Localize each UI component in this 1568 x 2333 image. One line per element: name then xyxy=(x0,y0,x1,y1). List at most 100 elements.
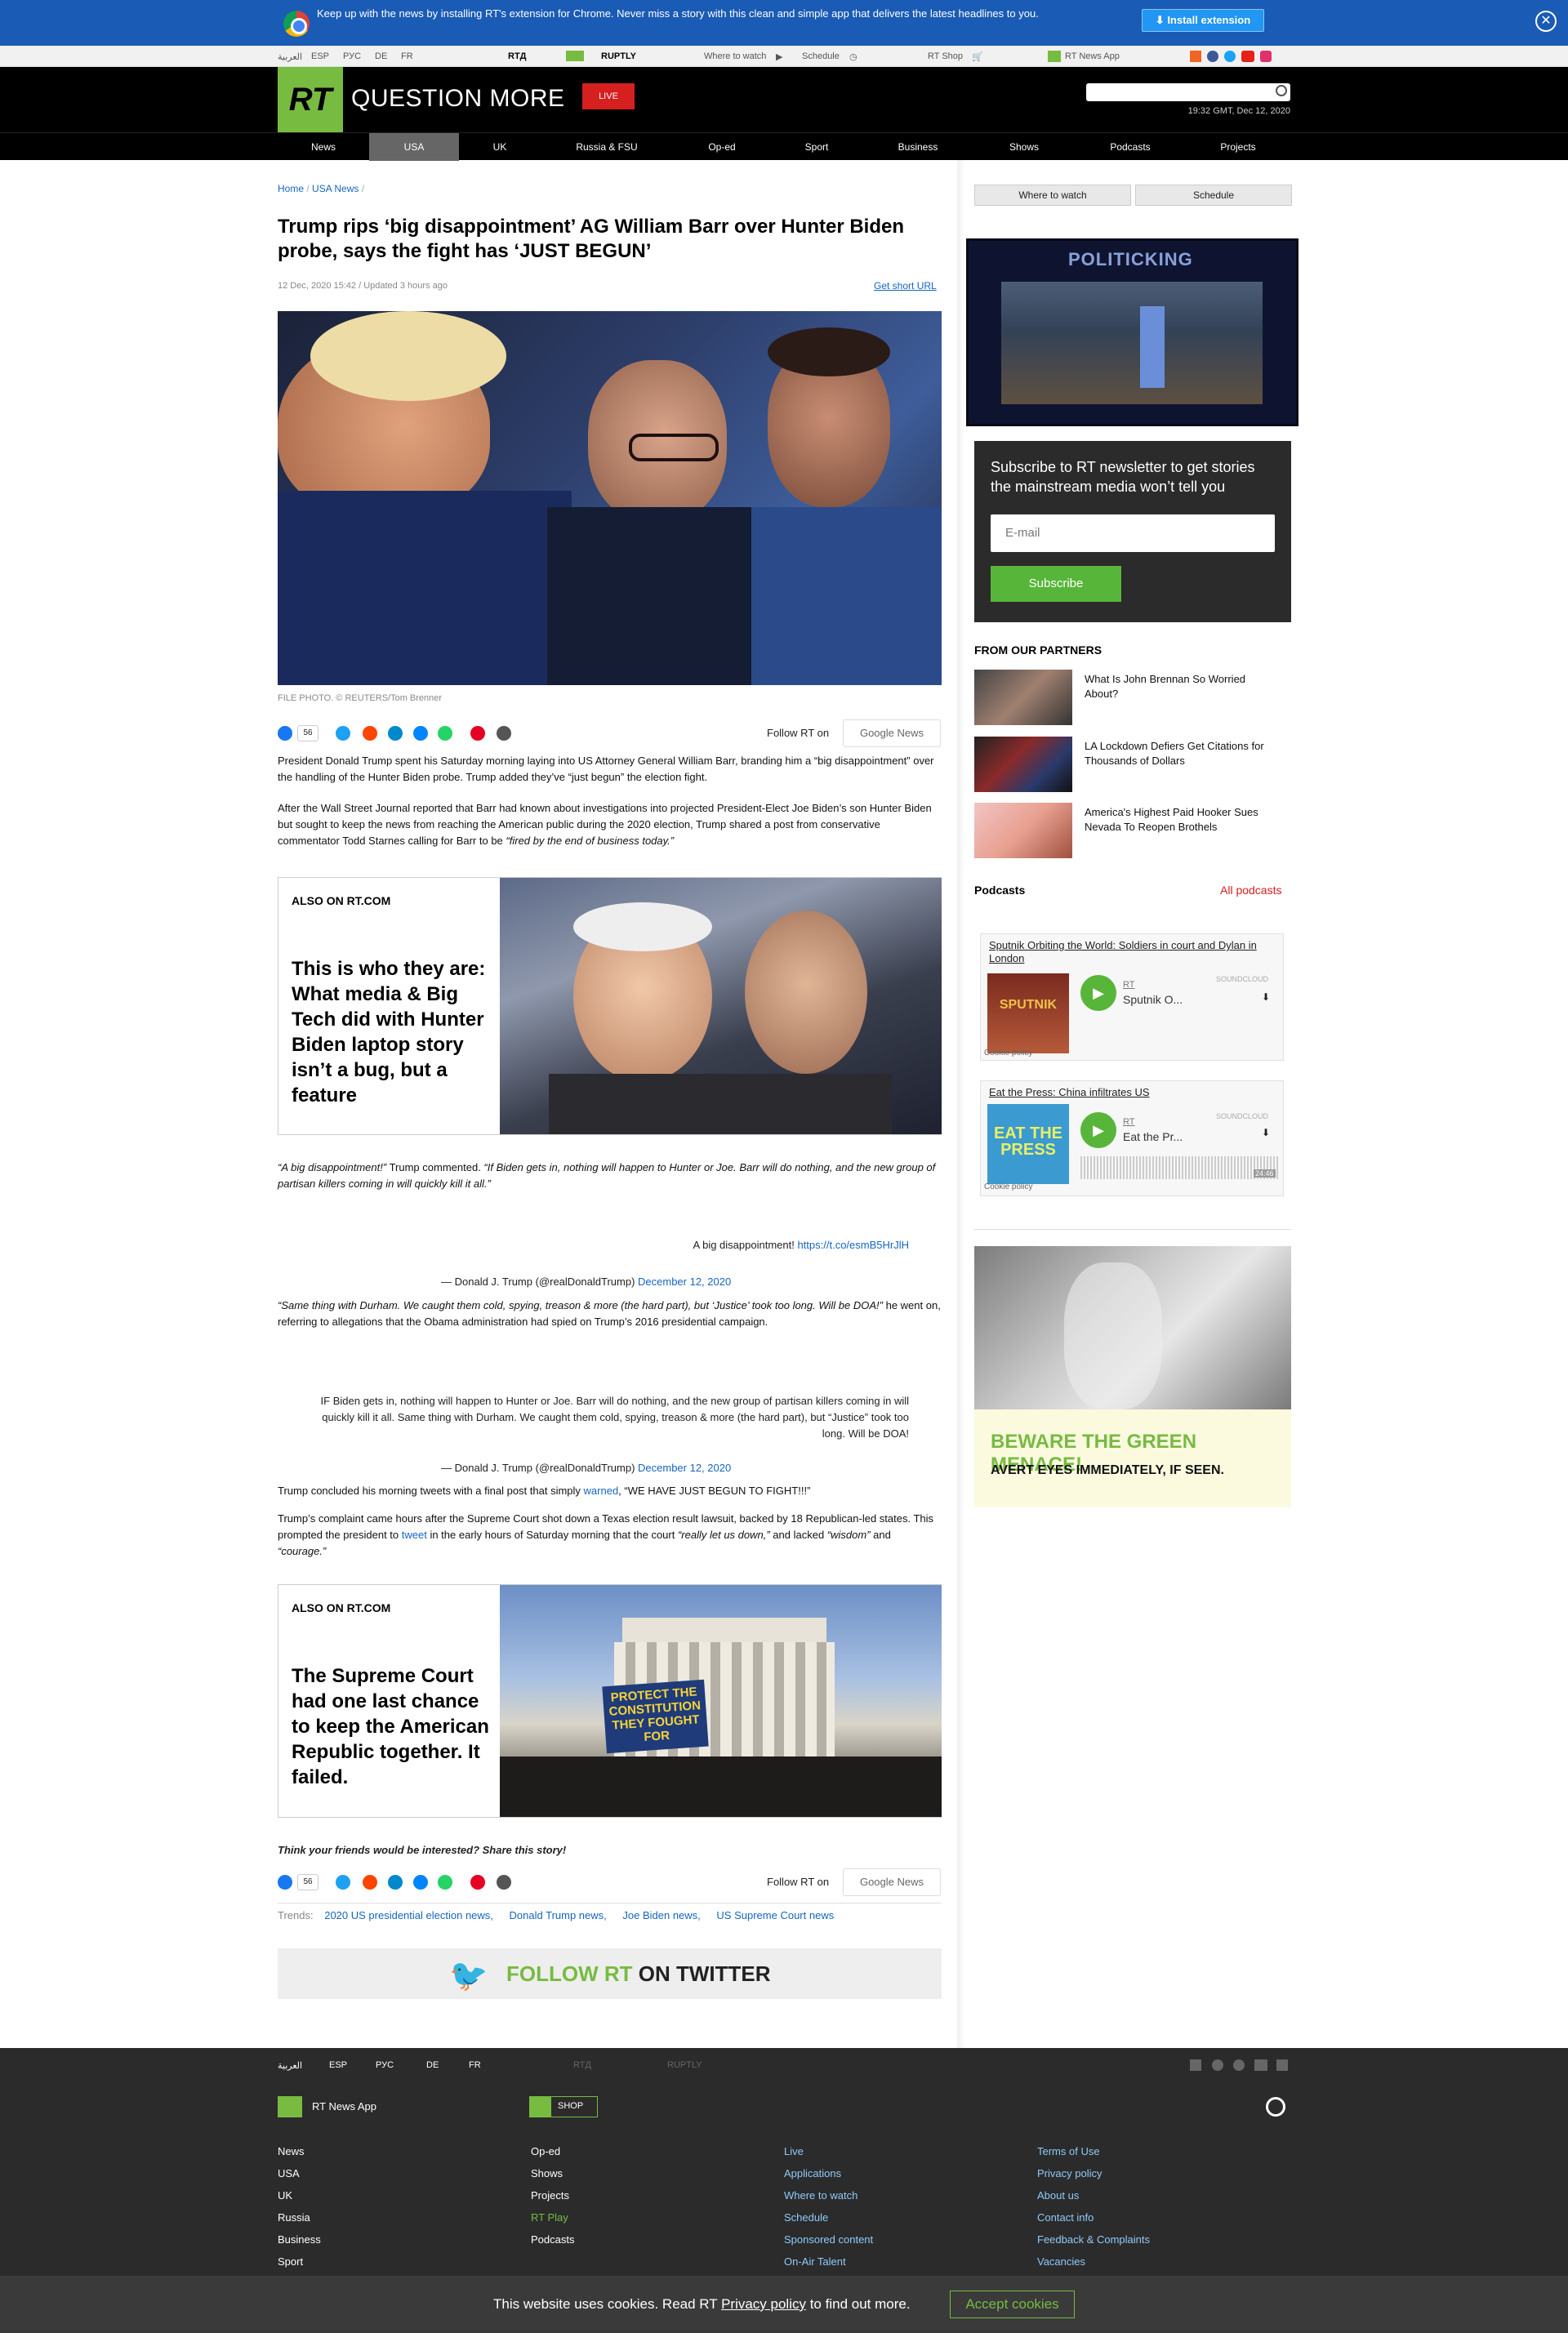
subscribe-button[interactable]: Subscribe xyxy=(991,566,1121,602)
footer-link-news[interactable]: News xyxy=(278,2145,305,2157)
footer-link-vacancies[interactable]: Vacancies xyxy=(1037,2255,1085,2268)
rtd-link[interactable]: RTД xyxy=(508,51,527,61)
footer-twitter-icon[interactable] xyxy=(1233,2059,1245,2071)
rt-logo[interactable]: RT xyxy=(278,67,343,132)
footer-link-usa[interactable]: USA xyxy=(278,2167,300,2179)
footer-link-schedule[interactable]: Schedule xyxy=(784,2211,828,2224)
podcast-1-title[interactable]: Sputnik Orbiting the World: Soldiers in … xyxy=(989,939,1275,965)
nav-op-ed[interactable]: Op-ed xyxy=(673,133,771,161)
nav-business[interactable]: Business xyxy=(862,133,973,161)
partner-image-3[interactable] xyxy=(974,803,1072,858)
footer-app-link[interactable]: RT News App xyxy=(312,2100,376,2113)
footer-lang-rus[interactable]: РУС xyxy=(376,2060,394,2070)
footer-lang-ar[interactable]: العربية xyxy=(278,2060,302,2071)
tweet-2-date-link[interactable]: December 12, 2020 xyxy=(638,1462,731,1474)
footer-link-sport[interactable]: Sport xyxy=(278,2255,303,2268)
trend-link-trump[interactable]: Donald Trump news, xyxy=(510,1909,607,1921)
footer-link-op-ed[interactable]: Op-ed xyxy=(531,2145,560,2157)
get-short-url-link[interactable]: Get short URL xyxy=(874,280,937,292)
lang-esp[interactable]: ESP xyxy=(311,51,329,61)
google-news-button[interactable]: Google News xyxy=(843,719,941,747)
facebook-share-icon[interactable] xyxy=(278,726,292,741)
download-icon-1[interactable]: ⬇ xyxy=(1262,991,1270,1003)
footer-facebook-icon[interactable] xyxy=(1212,2059,1223,2071)
footer-link-terms[interactable]: Terms of Use xyxy=(1037,2145,1100,2157)
nav-podcasts[interactable]: Podcasts xyxy=(1075,133,1186,161)
rt-news-app-link[interactable]: RT News App xyxy=(1065,51,1120,61)
twitter-icon[interactable] xyxy=(1224,51,1236,62)
nav-uk[interactable]: UK xyxy=(459,133,541,161)
footer-link-podcasts[interactable]: Podcasts xyxy=(531,2233,574,2246)
also-on-rt-card-1[interactable]: ALSO ON RT.COM This is who they are: Wha… xyxy=(278,877,942,1135)
download-icon-2[interactable]: ⬇ xyxy=(1262,1127,1270,1138)
search-icon[interactable] xyxy=(1276,85,1287,96)
sidebar-schedule-button[interactable]: Schedule xyxy=(1135,185,1292,206)
footer-link-rt-play[interactable]: RT Play xyxy=(531,2211,568,2224)
footer-link-projects[interactable]: Projects xyxy=(531,2189,569,2202)
telegram-share-icon-2[interactable] xyxy=(388,1875,403,1890)
footer-shop-button[interactable]: SHOP xyxy=(529,2096,598,2117)
partner-link-2[interactable]: LA Lockdown Defiers Get Citations for Th… xyxy=(1085,739,1281,768)
email-share-icon-2[interactable] xyxy=(497,1875,511,1890)
cookie-policy-1[interactable]: Cookie policy xyxy=(984,1049,1032,1057)
accept-cookies-button[interactable]: Accept cookies xyxy=(950,2291,1075,2318)
messenger-share-icon-2[interactable] xyxy=(413,1875,428,1890)
footer-link-uk[interactable]: UK xyxy=(278,2189,292,2202)
breadcrumb-home[interactable]: Home xyxy=(278,183,304,194)
rss-icon[interactable] xyxy=(1190,51,1201,62)
live-button[interactable]: LIVE xyxy=(582,83,635,109)
footer-ruptly[interactable]: RUPTLY xyxy=(667,2060,702,2070)
reddit-share-icon[interactable] xyxy=(363,726,377,741)
partner-image-1[interactable] xyxy=(974,670,1072,725)
all-podcasts-link[interactable]: All podcasts xyxy=(1220,884,1281,897)
footer-rtd[interactable]: RTД xyxy=(573,2060,591,2070)
lang-rus[interactable]: РУС xyxy=(343,51,361,61)
pinterest-share-icon-2[interactable] xyxy=(470,1875,485,1890)
nav-projects[interactable]: Projects xyxy=(1186,133,1290,161)
email-input[interactable]: E-mail xyxy=(991,514,1275,552)
footer-search-icon[interactable] xyxy=(1266,2097,1285,2117)
footer-rss-icon[interactable] xyxy=(1190,2059,1201,2071)
footer-lang-fr[interactable]: FR xyxy=(469,2060,481,2070)
trend-link-biden[interactable]: Joe Biden news, xyxy=(622,1909,700,1921)
podcast-2-title[interactable]: Eat the Press: China infiltrates US xyxy=(989,1086,1275,1098)
pinterest-share-icon[interactable] xyxy=(470,726,485,741)
footer-link-business[interactable]: Business xyxy=(278,2233,321,2246)
green-menace-ad[interactable]: BEWARE THE GREEN MENACE! AVERT EYES IMME… xyxy=(974,1246,1291,1507)
email-share-icon[interactable] xyxy=(497,726,511,741)
tweet-1-link[interactable]: https://t.co/esmB5HrJlH xyxy=(797,1239,909,1251)
footer-link-on-air-talent[interactable]: On-Air Talent xyxy=(784,2255,846,2268)
rt-shop-link[interactable]: RT Shop xyxy=(928,51,963,61)
nav-usa[interactable]: USA xyxy=(369,133,459,161)
reddit-share-icon-2[interactable] xyxy=(363,1875,377,1890)
also-on-rt-card-2[interactable]: ALSO ON RT.COM The Supreme Court had one… xyxy=(278,1584,942,1818)
follow-twitter-banner[interactable]: 🐦 FOLLOW RT ON TWITTER xyxy=(278,1948,942,1999)
nav-news[interactable]: News xyxy=(278,133,369,161)
lang-fr[interactable]: FR xyxy=(401,51,413,61)
podcast-2-author[interactable]: RT xyxy=(1123,1117,1134,1127)
politicking-promo[interactable]: POLITICKING xyxy=(966,238,1298,426)
instagram-icon[interactable] xyxy=(1260,51,1272,62)
whatsapp-share-icon-2[interactable] xyxy=(438,1875,452,1890)
tweet-link[interactable]: tweet xyxy=(402,1529,427,1541)
ruptly-link[interactable]: RUPTLY xyxy=(601,51,636,61)
footer-link-sponsored[interactable]: Sponsored content xyxy=(784,2233,873,2246)
schedule-link[interactable]: Schedule xyxy=(802,51,840,61)
sidebar-where-to-watch-button[interactable]: Where to watch xyxy=(974,185,1131,206)
nav-russia-fsu[interactable]: Russia & FSU xyxy=(541,133,673,161)
facebook-share-icon-2[interactable] xyxy=(278,1875,292,1890)
play-button-1[interactable]: ▶ xyxy=(1080,975,1116,1011)
telegram-share-icon[interactable] xyxy=(388,726,403,741)
warned-link[interactable]: warned xyxy=(584,1485,619,1497)
footer-link-russia[interactable]: Russia xyxy=(278,2211,310,2224)
footer-link-about[interactable]: About us xyxy=(1037,2189,1079,2202)
partner-link-1[interactable]: What Is John Brennan So Worried About? xyxy=(1085,672,1281,701)
google-news-button-2[interactable]: Google News xyxy=(843,1868,941,1896)
youtube-icon[interactable] xyxy=(1241,51,1254,62)
privacy-policy-link[interactable]: Privacy policy xyxy=(721,2296,806,2312)
breadcrumb-usa-news[interactable]: USA News xyxy=(312,183,359,194)
trend-link-supreme-court[interactable]: US Supreme Court news xyxy=(716,1909,834,1921)
trend-link-election[interactable]: 2020 US presidential election news, xyxy=(324,1909,493,1921)
footer-link-privacy[interactable]: Privacy policy xyxy=(1037,2167,1102,2179)
footer-link-live[interactable]: Live xyxy=(784,2145,804,2157)
